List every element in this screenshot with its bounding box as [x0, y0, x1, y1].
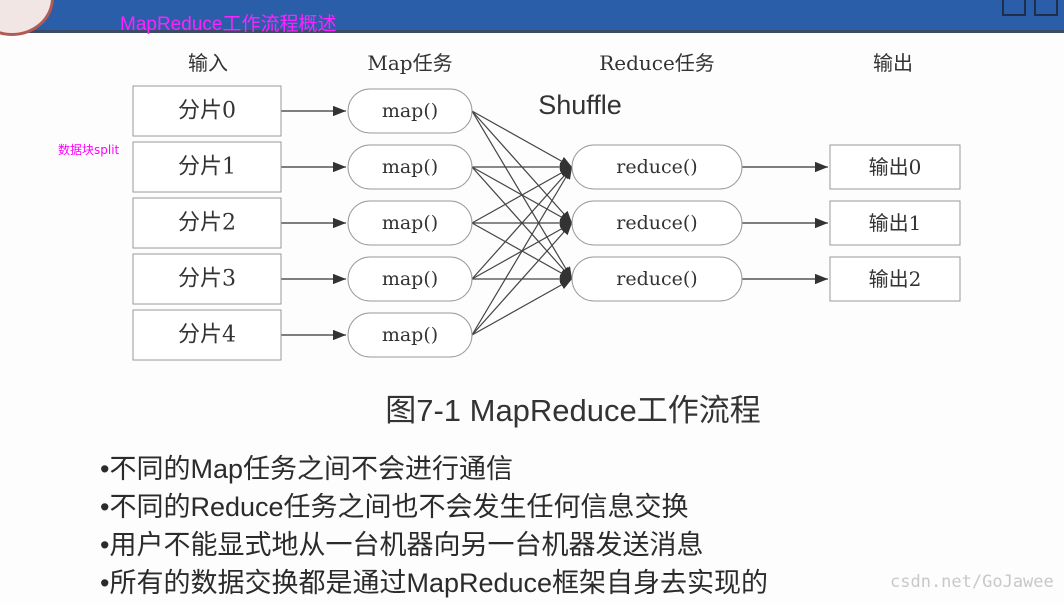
column-header: 输出	[873, 51, 913, 75]
map-task-label: map()	[382, 156, 438, 178]
map-task-label: map()	[382, 268, 438, 290]
side-note: 数据块split	[58, 143, 120, 157]
bullet-item: •所有的数据交换都是通过MapReduce框架自身去实现的	[100, 568, 769, 598]
input-split-label: 分片3	[178, 267, 236, 292]
reduce-task-label: reduce()	[616, 156, 697, 178]
column-header: Map任务	[367, 51, 452, 75]
watermark: csdn.net/GoJawee	[890, 572, 1054, 592]
output-label: 输出1	[869, 211, 922, 235]
map-task-label: map()	[382, 100, 438, 122]
column-header: 输入	[188, 51, 228, 75]
bullet-item: •用户不能显式地从一台机器向另一台机器发送消息	[100, 530, 704, 560]
reduce-task-label: reduce()	[616, 268, 697, 290]
bullet-item: •不同的Map任务之间不会进行通信	[100, 454, 513, 484]
map-task-label: map()	[382, 324, 438, 346]
map-task-label: map()	[382, 212, 438, 234]
input-split-label: 分片0	[178, 99, 236, 124]
bullet-item: •不同的Reduce任务之间也不会发生任何信息交换	[100, 492, 689, 522]
output-label: 输出2	[869, 267, 922, 291]
figure-caption: 图7-1 MapReduce工作流程	[385, 393, 761, 428]
reduce-task-label: reduce()	[616, 212, 697, 234]
output-label: 输出0	[869, 155, 922, 179]
input-split-label: 分片1	[178, 155, 236, 180]
shuffle-label: Shuffle	[538, 90, 622, 120]
shuffle-line	[471, 166, 573, 336]
input-split-label: 分片2	[178, 211, 236, 236]
mapreduce-diagram: 输入 Map任务 Reduce任务 输出分片0 map() 分片1 map() 分片2 map(…	[132, 51, 961, 361]
input-split-label: 分片4	[178, 323, 236, 348]
shuffle-line	[471, 278, 573, 336]
column-header: Reduce任务	[599, 51, 715, 75]
